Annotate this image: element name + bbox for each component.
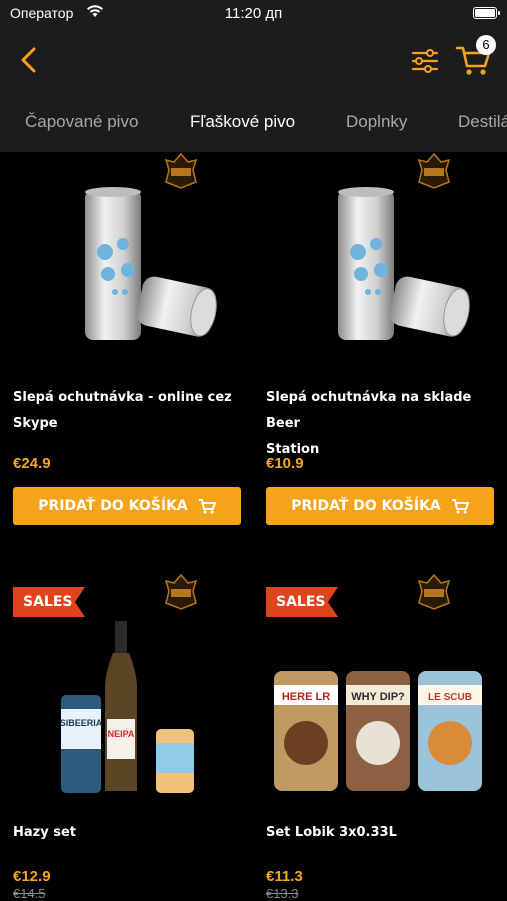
app-header: Оператор 11:20 дп 6 Čapované pivo Fľaško…	[0, 0, 507, 152]
product-price: €10.9	[266, 455, 304, 472]
clock: 11:20 дп	[224, 5, 283, 22]
svg-text:WHY DIP?: WHY DIP?	[351, 691, 405, 703]
product-image-lobik-set: HERE LR WHY DIP? LE SCUB	[274, 671, 482, 791]
product-name: Slepá ochutnávka na sklade Beer Station	[266, 390, 472, 457]
product-image-hazy-set: SIBEERIA NEIPA	[60, 621, 194, 793]
battery-icon	[473, 7, 500, 19]
beer-station-logo-icon	[417, 573, 451, 610]
cart-icon	[451, 499, 469, 514]
product-name: Slepá ochutnávka - online cez Skype	[13, 390, 232, 431]
product-image-cans	[85, 187, 217, 340]
status-bar: Оператор 11:20 дп	[0, 0, 507, 28]
product-card[interactable]: Slepá ochutnávka na sklade Beer Station €…	[266, 152, 496, 532]
tab-doplnky[interactable]: Doplnky	[346, 112, 407, 132]
sales-badge-label: SALES	[276, 594, 326, 610]
product-price: €11.3	[266, 868, 303, 885]
tab-flaskove-pivo[interactable]: Fľaškové pivo	[190, 112, 295, 132]
back-chevron-icon[interactable]	[14, 44, 44, 76]
product-card[interactable]: Slepá ochutnávka - online cez Skype €24.9…	[13, 152, 243, 532]
beer-station-logo-icon	[417, 152, 451, 189]
sales-badge-label: SALES	[23, 594, 73, 610]
add-to-cart-button[interactable]: PRIDAŤ DO KOŠÍKA	[266, 487, 494, 525]
cart-count-badge: 6	[476, 35, 496, 55]
add-to-cart-button[interactable]: PRIDAŤ DO KOŠÍKA	[13, 487, 241, 525]
svg-text:NEIPA: NEIPA	[108, 729, 135, 739]
svg-text:HERE LR: HERE LR	[282, 691, 330, 703]
beer-station-logo-icon	[164, 152, 198, 189]
tab-capovane-pivo[interactable]: Čapované pivo	[25, 112, 138, 132]
product-price: €24.9	[13, 455, 51, 472]
product-old-price: €14.5	[13, 886, 46, 901]
product-name: Hazy set	[13, 825, 76, 840]
product-image-cans	[338, 187, 470, 340]
product-name: Set Lobik 3x0.33L	[266, 825, 397, 840]
cart-icon	[198, 499, 216, 514]
beer-station-logo-icon	[164, 573, 198, 610]
product-old-price: €13.3	[266, 886, 299, 901]
filter-sliders-icon[interactable]	[410, 46, 440, 76]
svg-text:SIBEERIA: SIBEERIA	[60, 718, 103, 728]
tab-destilaty[interactable]: Destilá	[458, 112, 507, 132]
product-card[interactable]: SALES HERE LR WHY DIP? LE SCUB Set Lobik…	[266, 573, 496, 901]
category-tabs: Čapované pivo Fľaškové pivo Doplnky Dest…	[0, 100, 507, 144]
product-price: €12.9	[13, 868, 51, 885]
svg-text:LE SCUB: LE SCUB	[428, 692, 472, 703]
product-card[interactable]: SALES SIBEERIA NEIPA Hazy set €12.9 €14.…	[13, 573, 243, 901]
